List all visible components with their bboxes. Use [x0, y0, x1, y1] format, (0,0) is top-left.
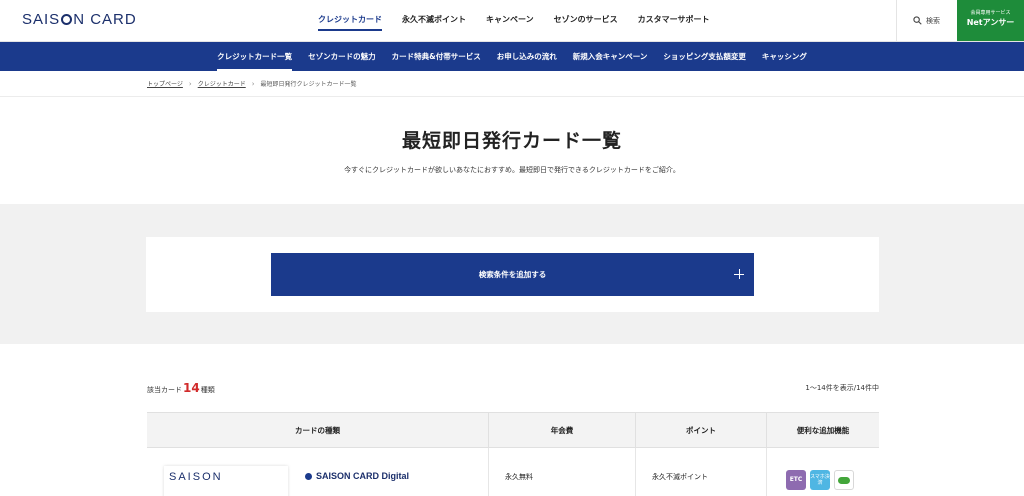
result-range: 1〜14件を表示/14件中: [805, 384, 879, 392]
top-nav-saison-service[interactable]: セゾンのサービス: [544, 0, 628, 41]
search-panel: 検索条件を追加する: [146, 237, 879, 312]
page-title: 最短即日発行カード一覧: [401, 130, 622, 152]
top-nav: クレジットカード 永久不滅ポイント キャンペーン セゾンのサービス カスタマーサ…: [308, 0, 719, 41]
sub-nav-new-member-campaign[interactable]: 新規入会キャンペーン: [565, 42, 656, 71]
top-nav-credit-card[interactable]: クレジットカード: [308, 0, 392, 41]
breadcrumb-top[interactable]: トップページ: [147, 79, 183, 88]
breadcrumb-current: 最短即日発行クレジットカード一覧: [260, 81, 357, 88]
saison-card-logo[interactable]: SAIS N CARD: [22, 11, 137, 28]
site-header: SAIS N CARD クレジットカード 永久不滅ポイント キャンペーン セゾンの…: [0, 0, 1024, 42]
plus-icon: [734, 269, 744, 279]
chevron-right-icon: ›: [188, 79, 192, 88]
bullet-icon: [305, 472, 312, 480]
chevron-right-icon: ›: [251, 79, 255, 88]
net-answer-caption: 会員専用サービス: [970, 10, 1011, 16]
sub-nav-benefits[interactable]: カード特典&付帯サービス: [384, 42, 489, 71]
search-icon: [913, 16, 922, 25]
table-row[interactable]: SAISON SAISON CARD Digital 永久無料 永久不滅ポイント…: [147, 448, 879, 496]
sub-nav-card-list[interactable]: クレジットカード一覧: [209, 42, 300, 71]
top-nav-customer-support[interactable]: カスタマーサポート: [628, 0, 720, 41]
logo-ring-icon: [61, 14, 73, 25]
sub-nav: クレジットカード一覧 セゾンカードの魅力 カード特典&付帯サービス お申し込みの…: [0, 42, 1024, 71]
card-table: カードの種類 年会費 ポイント 便利な追加機能 SAISON SAISON CA…: [147, 412, 879, 496]
breadcrumb-divider: [0, 96, 1024, 97]
result-count-prefix: 該当カード: [147, 386, 182, 394]
cell-point: 永久不滅ポイント: [636, 448, 767, 496]
cell-annual-fee: 永久無料: [489, 448, 636, 496]
result-count-suffix: 種類: [200, 386, 215, 394]
add-search-condition-button[interactable]: 検索条件を追加する: [271, 253, 754, 296]
page-lead: 今すぐにクレジットカードが欲しいあなたにおすすめ。最短即日で発行できるクレジット…: [344, 166, 680, 174]
table-header: カードの種類 年会費 ポイント 便利な追加機能: [147, 412, 879, 448]
header-annual-fee: 年会費: [489, 413, 636, 447]
net-answer-button[interactable]: 会員専用サービス Netアンサー: [957, 0, 1024, 41]
point-value: 永久不滅ポイント: [652, 473, 708, 481]
header-point: ポイント: [636, 413, 767, 447]
result-count: 該当カード 14 種類: [147, 381, 215, 395]
card-image[interactable]: SAISON: [164, 466, 288, 496]
top-nav-eikyu-point[interactable]: 永久不滅ポイント: [392, 0, 476, 41]
card-name: SAISON CARD Digital: [316, 471, 410, 481]
breadcrumb-credit-card[interactable]: クレジットカード: [198, 79, 246, 88]
sub-nav-apply-flow[interactable]: お申し込みの流れ: [489, 42, 565, 71]
header-search-button[interactable]: 検索: [896, 0, 956, 41]
search-label: 検索: [926, 16, 940, 25]
cell-features: ETC スマホ決済: [767, 448, 879, 496]
header-card-type: カードの種類: [147, 413, 489, 447]
family-card-icon: [834, 470, 854, 490]
annual-fee-value: 永久無料: [505, 473, 533, 481]
feature-badges: ETC スマホ決済: [786, 470, 854, 490]
cell-card-type: SAISON SAISON CARD Digital: [147, 448, 489, 496]
sub-nav-cashing[interactable]: キャッシング: [754, 42, 815, 71]
top-nav-campaign[interactable]: キャンペーン: [476, 0, 544, 41]
card-name-link[interactable]: SAISON CARD Digital: [305, 471, 409, 481]
card-brand: SAISON: [169, 471, 223, 483]
add-search-condition-label: 検索条件を追加する: [478, 270, 547, 279]
net-answer-label: Netアンサー: [966, 18, 1015, 27]
smartphone-payment-icon: スマホ決済: [810, 470, 830, 490]
result-count-number: 14: [183, 381, 200, 395]
sub-nav-payment-change[interactable]: ショッピング支払額変更: [655, 42, 754, 71]
header-features: 便利な追加機能: [796, 426, 850, 435]
breadcrumb: トップページ › クレジットカード › 最短即日発行クレジットカード一覧: [147, 79, 357, 89]
sub-nav-appeal[interactable]: セゾンカードの魅力: [300, 42, 384, 71]
etc-card-icon: ETC: [786, 470, 806, 490]
